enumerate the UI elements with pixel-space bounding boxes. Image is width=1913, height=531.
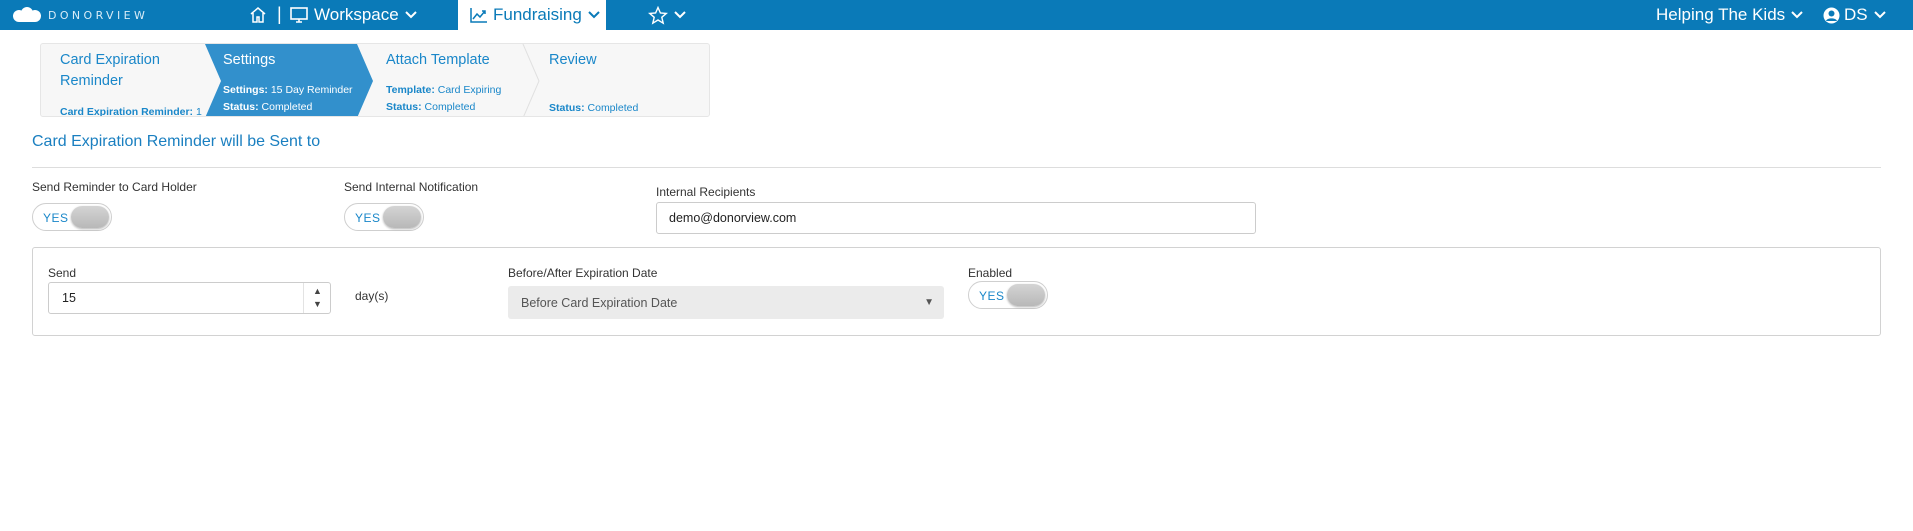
home-button[interactable] bbox=[248, 5, 268, 25]
enabled-toggle[interactable]: YES bbox=[968, 281, 1048, 309]
star-icon bbox=[648, 5, 668, 25]
chevron-down-icon bbox=[588, 11, 600, 19]
wizard-steps: Card Expiration Reminder Card Expiration… bbox=[40, 43, 710, 117]
user-avatar-icon bbox=[1823, 7, 1840, 23]
wizard-step-settings[interactable]: Settings Settings: 15 Day Reminder Statu… bbox=[223, 44, 373, 116]
chevron-down-icon bbox=[405, 11, 417, 19]
nav-separator: | bbox=[277, 4, 282, 24]
dropdown-arrow-icon: ▼ bbox=[924, 297, 934, 308]
home-icon bbox=[250, 7, 266, 23]
logo-icon bbox=[13, 7, 41, 22]
toggle-text: YES bbox=[43, 211, 69, 225]
chevron-down-icon bbox=[1791, 11, 1803, 19]
organization-name: Helping The Kids bbox=[1656, 5, 1786, 24]
nav-fundraising-menu[interactable]: Fundraising bbox=[458, 0, 606, 30]
wizard-step-reminder[interactable]: Card Expiration Reminder Card Expiration… bbox=[41, 44, 211, 117]
send-days-input[interactable]: 15 ▲ ▼ bbox=[48, 282, 331, 314]
nav-workspace-label: Workspace bbox=[314, 5, 399, 24]
chevron-down-icon bbox=[674, 11, 686, 19]
number-stepper[interactable]: ▲ ▼ bbox=[303, 283, 330, 313]
section-divider bbox=[32, 167, 1881, 168]
internal-recipients-input[interactable]: demo@donorview.com bbox=[656, 202, 1256, 234]
toggle-knob bbox=[71, 206, 109, 228]
toggle-knob bbox=[1007, 284, 1045, 306]
user-menu[interactable]: DS bbox=[1823, 0, 1886, 30]
top-navbar: DONORVIEW | Workspace Fundraising Helpin… bbox=[0, 0, 1913, 30]
card-holder-toggle[interactable]: YES bbox=[32, 203, 112, 231]
donorview-logo[interactable]: DONORVIEW bbox=[12, 6, 148, 24]
stepper-down-icon[interactable]: ▼ bbox=[313, 299, 322, 309]
timing-label: Before/After Expiration Date bbox=[508, 266, 658, 280]
nav-workspace-menu[interactable]: Workspace bbox=[289, 0, 422, 30]
step-meta-status: Status: Completed bbox=[223, 101, 313, 113]
timing-select[interactable]: Before Card Expiration Date ▼ bbox=[508, 286, 944, 319]
step-title: Card Expiration Reminder bbox=[60, 52, 160, 89]
chart-line-icon bbox=[470, 8, 487, 23]
user-initials: DS bbox=[1844, 5, 1868, 24]
monitor-icon bbox=[290, 7, 308, 23]
step-title: Attach Template bbox=[386, 52, 490, 68]
internal-notification-label: Send Internal Notification bbox=[344, 180, 479, 194]
internal-notification-toggle[interactable]: YES bbox=[344, 203, 424, 231]
send-label: Send bbox=[48, 266, 77, 280]
step-meta-status: Status: Completed bbox=[386, 101, 476, 113]
step-meta-template: Template: Card Expiring bbox=[386, 84, 502, 96]
brand-name: DONORVIEW bbox=[48, 8, 149, 22]
chevron-down-icon bbox=[1873, 11, 1886, 19]
toggle-knob bbox=[383, 206, 421, 228]
step-meta-settings: Settings: 15 Day Reminder bbox=[223, 84, 353, 96]
toggle-text: YES bbox=[355, 211, 381, 225]
section-title: Card Expiration Reminder will be Sent to bbox=[32, 133, 321, 150]
wizard-step-review[interactable]: Review Status: Completed bbox=[549, 44, 699, 116]
toggle-text: YES bbox=[979, 289, 1005, 303]
organization-menu[interactable]: Helping The Kids bbox=[1656, 0, 1803, 30]
wizard-step-template[interactable]: Attach Template Template: Card Expiring … bbox=[386, 44, 536, 116]
card-holder-label: Send Reminder to Card Holder bbox=[32, 180, 197, 194]
step-title: Settings bbox=[223, 52, 276, 68]
enabled-label: Enabled bbox=[968, 266, 1013, 280]
stepper-up-icon[interactable]: ▲ bbox=[313, 286, 322, 296]
days-unit-label: day(s) bbox=[355, 289, 389, 303]
step-title: Review bbox=[549, 52, 597, 68]
step-meta-status: Status: Completed bbox=[549, 102, 639, 114]
step-meta: Card Expiration Reminder: 1 bbox=[60, 106, 202, 117]
timing-select-value: Before Card Expiration Date bbox=[521, 296, 678, 310]
internal-recipients-label: Internal Recipients bbox=[656, 185, 756, 199]
favorites-menu[interactable] bbox=[648, 5, 686, 25]
send-days-value: 15 bbox=[62, 291, 76, 305]
nav-fundraising-label: Fundraising bbox=[493, 5, 582, 24]
